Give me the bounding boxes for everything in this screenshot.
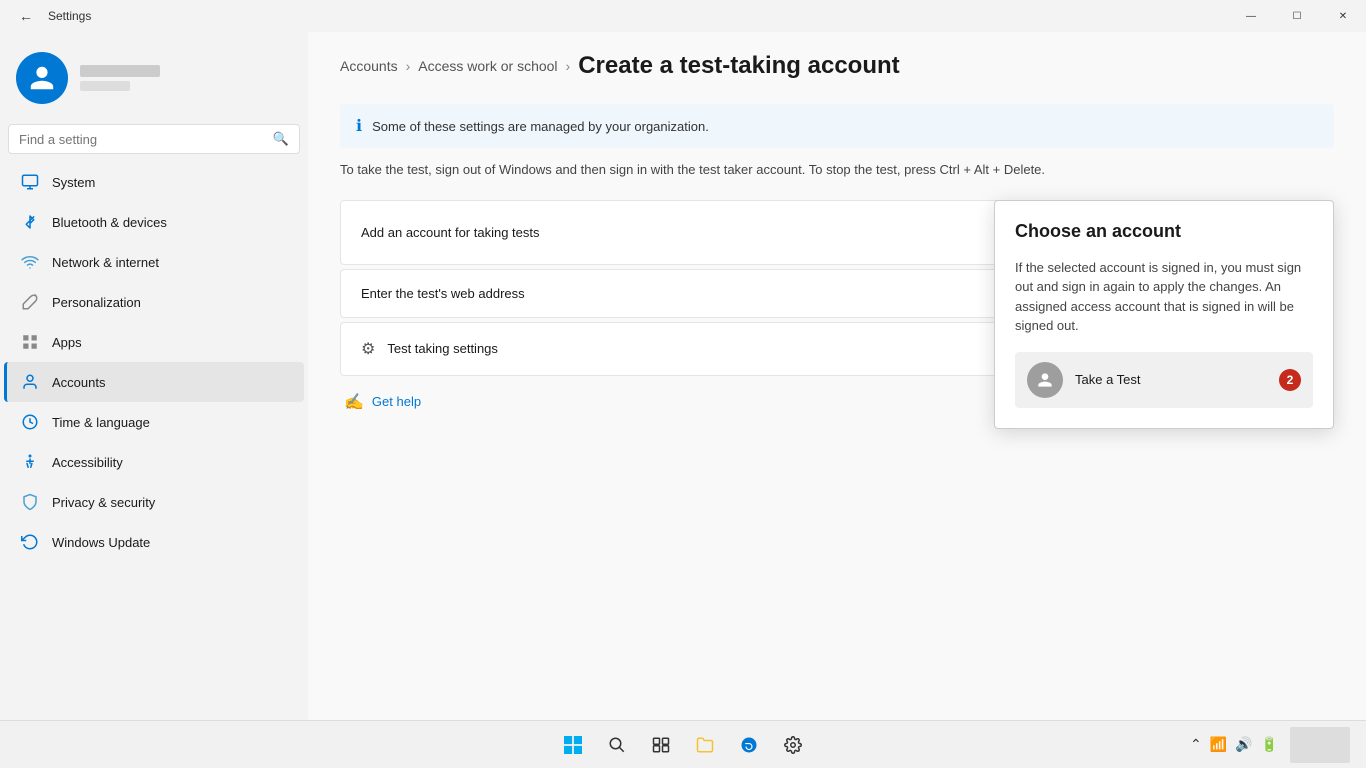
maximize-button[interactable]: ☐ bbox=[1274, 0, 1320, 32]
network-tray-icon[interactable]: 📶 bbox=[1210, 736, 1227, 753]
profile-name-bar2 bbox=[80, 81, 130, 91]
sidebar-label-time: Time & language bbox=[52, 415, 150, 430]
titlebar-title: Settings bbox=[48, 9, 91, 23]
bluetooth-icon bbox=[20, 212, 40, 232]
settings-container: Add an account for taking tests Add acco… bbox=[340, 200, 1334, 424]
web-address-label: Enter the test's web address bbox=[361, 286, 525, 301]
file-explorer-button[interactable] bbox=[685, 725, 725, 765]
search-box[interactable]: 🔍 bbox=[8, 124, 300, 154]
sidebar-item-time[interactable]: Time & language bbox=[4, 402, 304, 442]
sidebar-item-accounts[interactable]: Accounts bbox=[4, 362, 304, 402]
sidebar-item-apps[interactable]: Apps bbox=[4, 322, 304, 362]
gear-icon: ⚙ bbox=[361, 339, 375, 359]
breadcrumb-accounts[interactable]: Accounts bbox=[340, 58, 398, 74]
apps-icon bbox=[20, 332, 40, 352]
popup-description: If the selected account is signed in, yo… bbox=[1015, 258, 1313, 336]
help-icon: ✍ bbox=[344, 392, 364, 412]
titlebar: ← Settings — ☐ ✕ bbox=[0, 0, 1366, 32]
sidebar-label-accounts: Accounts bbox=[52, 375, 105, 390]
minimize-button[interactable]: — bbox=[1228, 0, 1274, 32]
clock-icon bbox=[20, 412, 40, 432]
update-icon bbox=[20, 532, 40, 552]
info-banner: ℹ Some of these settings are managed by … bbox=[340, 104, 1334, 148]
sidebar-item-bluetooth[interactable]: Bluetooth & devices bbox=[4, 202, 304, 242]
system-tray: ⌃ 📶 🔊 🔋 bbox=[1182, 736, 1286, 753]
add-account-label: Add an account for taking tests bbox=[361, 225, 540, 240]
sidebar-item-network[interactable]: Network & internet bbox=[4, 242, 304, 282]
taskbar-right: ⌃ 📶 🔊 🔋 bbox=[1182, 727, 1350, 763]
account-avatar bbox=[1027, 362, 1063, 398]
taskbar-center bbox=[553, 725, 813, 765]
info-secondary-text: To take the test, sign out of Windows an… bbox=[340, 160, 1334, 180]
breadcrumb-access-work[interactable]: Access work or school bbox=[418, 58, 557, 74]
chevron-up-icon[interactable]: ⌃ bbox=[1190, 736, 1202, 753]
breadcrumb-sep2: › bbox=[566, 58, 571, 74]
sidebar-label-accessibility: Accessibility bbox=[52, 455, 123, 470]
test-settings-label: Test taking settings bbox=[387, 341, 498, 356]
shield-icon bbox=[20, 492, 40, 512]
choose-account-popup: Choose an account If the selected accoun… bbox=[994, 200, 1334, 429]
badge-2: 2 bbox=[1279, 369, 1301, 391]
sidebar-item-privacy[interactable]: Privacy & security bbox=[4, 482, 304, 522]
task-view-button[interactable] bbox=[641, 725, 681, 765]
brush-icon bbox=[20, 292, 40, 312]
main-content: Accounts › Access work or school › Creat… bbox=[308, 32, 1366, 720]
avatar bbox=[16, 52, 68, 104]
titlebar-left: ← Settings bbox=[12, 2, 91, 30]
sidebar-label-apps: Apps bbox=[52, 335, 82, 350]
search-taskbar-button[interactable] bbox=[597, 725, 637, 765]
breadcrumb: Accounts › Access work or school › Creat… bbox=[340, 52, 1334, 80]
info-banner-text: Some of these settings are managed by yo… bbox=[372, 119, 709, 134]
profile-name-bar bbox=[80, 65, 160, 77]
back-button[interactable]: ← bbox=[12, 2, 40, 30]
person-icon bbox=[20, 372, 40, 392]
search-icon: 🔍 bbox=[273, 131, 289, 147]
clock-display[interactable] bbox=[1290, 727, 1350, 763]
network-icon bbox=[20, 252, 40, 272]
info-icon: ℹ bbox=[356, 116, 362, 136]
close-button[interactable]: ✕ bbox=[1320, 0, 1366, 32]
sidebar-label-bluetooth: Bluetooth & devices bbox=[52, 215, 167, 230]
sidebar: 🔍 System Bluetooth & devices bbox=[0, 32, 308, 720]
search-input[interactable] bbox=[19, 132, 265, 147]
battery-icon[interactable]: 🔋 bbox=[1261, 736, 1278, 753]
breadcrumb-sep1: › bbox=[406, 58, 411, 74]
settings-taskbar-button[interactable] bbox=[773, 725, 813, 765]
sidebar-label-update: Windows Update bbox=[52, 535, 150, 550]
accessibility-icon bbox=[20, 452, 40, 472]
sidebar-item-accessibility[interactable]: Accessibility bbox=[4, 442, 304, 482]
sidebar-item-personalization[interactable]: Personalization bbox=[4, 282, 304, 322]
titlebar-controls: — ☐ ✕ bbox=[1228, 0, 1366, 32]
start-button[interactable] bbox=[553, 725, 593, 765]
sidebar-label-personalization: Personalization bbox=[52, 295, 141, 310]
get-help-label: Get help bbox=[372, 394, 421, 409]
sidebar-item-update[interactable]: Windows Update bbox=[4, 522, 304, 562]
monitor-icon bbox=[20, 172, 40, 192]
profile-name-area bbox=[80, 65, 160, 91]
nav-items-container: System Bluetooth & devices Network & int… bbox=[0, 162, 308, 562]
account-name: Take a Test bbox=[1075, 372, 1261, 387]
sidebar-label-system: System bbox=[52, 175, 95, 190]
sidebar-label-privacy: Privacy & security bbox=[52, 495, 155, 510]
volume-icon[interactable]: 🔊 bbox=[1235, 736, 1252, 753]
app-body: 🔍 System Bluetooth & devices bbox=[0, 32, 1366, 720]
test-settings-left: ⚙ Test taking settings bbox=[361, 339, 498, 359]
sidebar-item-system[interactable]: System bbox=[4, 162, 304, 202]
edge-button[interactable] bbox=[729, 725, 769, 765]
page-title: Create a test-taking account bbox=[578, 52, 899, 80]
account-option[interactable]: Take a Test 2 bbox=[1015, 352, 1313, 408]
taskbar: ⌃ 📶 🔊 🔋 bbox=[0, 720, 1366, 768]
sidebar-profile bbox=[0, 40, 308, 120]
sidebar-label-network: Network & internet bbox=[52, 255, 159, 270]
popup-title: Choose an account bbox=[1015, 221, 1313, 242]
